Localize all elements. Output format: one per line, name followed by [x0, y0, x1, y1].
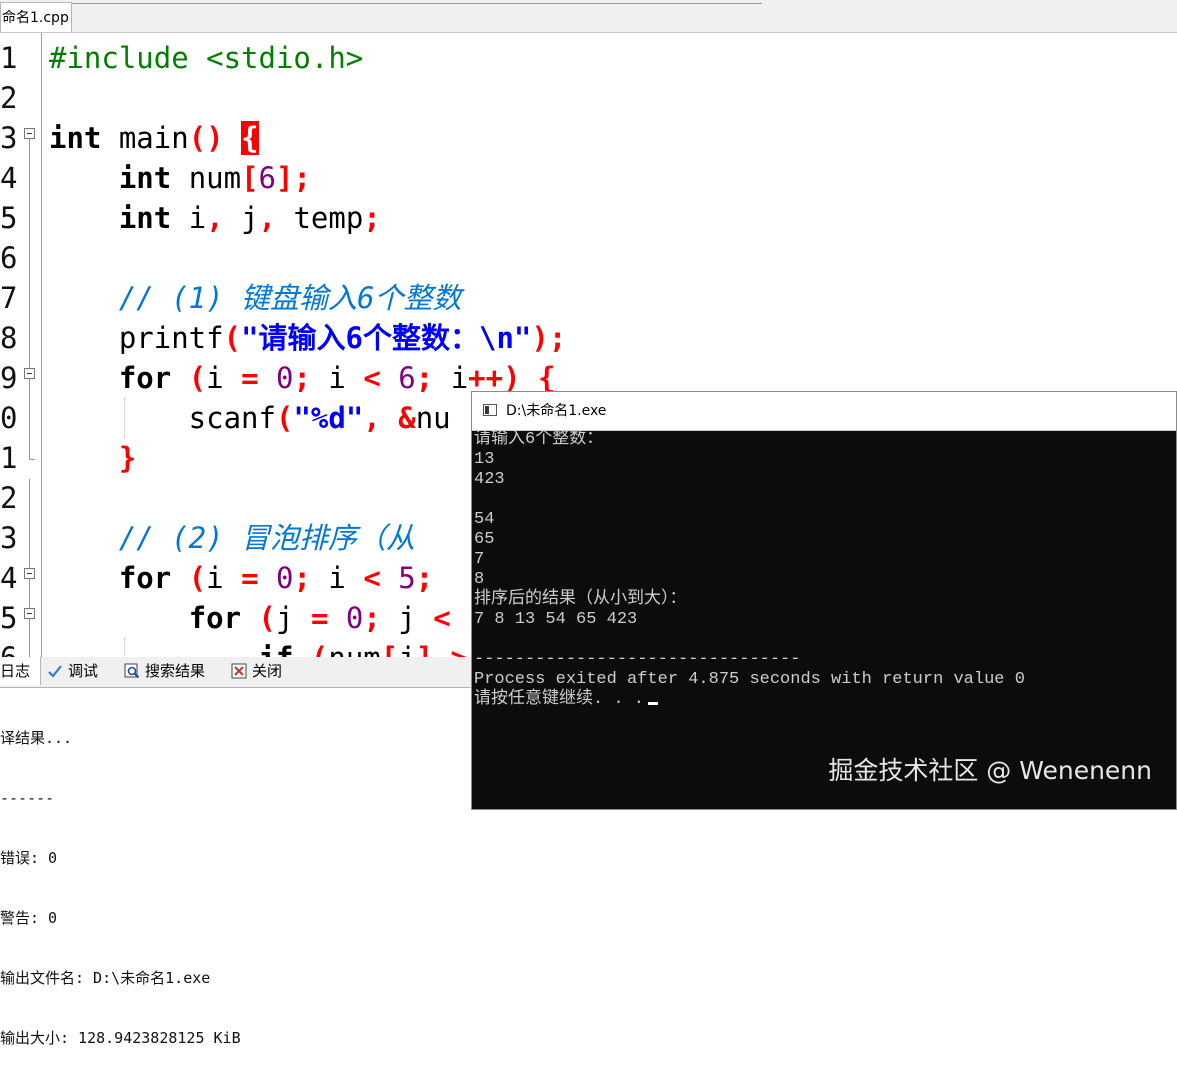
close-icon — [231, 663, 247, 679]
line-number: 6 — [0, 241, 18, 275]
console-line: 423 — [474, 470, 505, 489]
line-number: 4 — [0, 561, 18, 595]
line-number: 4 — [0, 161, 18, 195]
line-number: 3 — [0, 521, 18, 555]
console-line: 请按任意键继续. . . — [474, 690, 659, 710]
console-window[interactable]: D:\未命名1.exe 请输入6个整数： 13 423 54 65 7 8 排序… — [471, 391, 1177, 810]
console-prompt: 请按任意键继续. . . — [474, 690, 645, 709]
console-line: Process exited after 4.875 seconds with … — [474, 670, 1025, 689]
line-number-gutter: 1 2 3 4 5 6 7 8 9 0 1 2 3 4 5 6 — [0, 33, 44, 657]
fold-toggle-icon[interactable] — [24, 568, 35, 579]
console-line: 13 — [474, 450, 495, 469]
fold-toggle-icon[interactable] — [24, 368, 35, 379]
console-line: 排序后的结果（从小到大）： — [474, 590, 687, 609]
console-titlebar[interactable]: D:\未命名1.exe — [472, 392, 1176, 431]
code-line: printf("请输入6个整数：\n"); — [49, 321, 567, 355]
console-line: -------------------------------- — [474, 650, 801, 669]
compile-log: 译结果... ------ 错误: 0 警告: 0 输出文件名: D:\未命名1… — [0, 687, 480, 1047]
tab-log-label: 日志 — [0, 662, 31, 680]
log-line: 错误: 0 — [0, 849, 58, 867]
console-line: 8 — [474, 570, 485, 589]
line-number: 6 — [0, 638, 24, 657]
line-number: 9 — [0, 361, 18, 395]
console-line: 请输入6个整数： — [474, 430, 604, 449]
log-line: 译结果... — [0, 729, 73, 747]
log-line: 输出文件名: D:\未命名1.exe — [0, 969, 211, 987]
console-title: D:\未命名1.exe — [506, 403, 607, 419]
debug-icon — [48, 665, 62, 678]
log-line: 输出大小: 128.9423828125 KiB — [0, 1029, 241, 1047]
console-line: 7 8 13 54 65 423 — [474, 610, 638, 629]
tab-debug[interactable]: 调试 — [47, 657, 98, 685]
code-line: int i, j, temp; — [118, 201, 381, 235]
tab-close-label: 关闭 — [252, 662, 283, 680]
file-tab[interactable]: 命名1.cpp — [0, 2, 72, 32]
line-number: 2 — [0, 81, 18, 115]
tab-debug-label: 调试 — [68, 662, 99, 680]
fold-toggle-icon[interactable] — [24, 608, 35, 619]
console-app-icon — [483, 404, 497, 416]
line-number: 7 — [0, 281, 18, 315]
gutter-divider — [41, 33, 42, 657]
fold-toggle-icon[interactable] — [24, 128, 35, 139]
tab-search-results-label: 搜索结果 — [145, 662, 206, 680]
text-cursor — [648, 702, 659, 705]
file-tab-label: 命名1.cpp — [2, 10, 69, 26]
code-line: #include <stdio.h> — [49, 41, 364, 75]
fold-range-line — [29, 579, 30, 608]
code-line: for (j = 0; j < — [188, 601, 451, 635]
code-line: for (i = 0; i < 5; — [118, 561, 434, 595]
fold-range-line — [29, 479, 30, 568]
watermark: 掘金技术社区 @ Wenenenn — [828, 756, 1152, 785]
code-line: scanf("%d", &nu — [49, 401, 451, 435]
search-icon — [124, 663, 140, 679]
fold-range-line — [29, 619, 30, 657]
code-line: if (num[j] > — [49, 638, 469, 657]
tab-search-results[interactable]: 搜索结果 — [124, 657, 205, 685]
tab-strip-divider — [72, 0, 762, 4]
fold-range-line — [29, 379, 30, 459]
log-line: ------ — [0, 789, 55, 807]
code-line: } — [118, 441, 137, 475]
line-number: 8 — [0, 321, 18, 355]
line-number: 5 — [0, 201, 18, 235]
line-number: 2 — [0, 481, 18, 515]
line-number: 1 — [0, 41, 18, 75]
log-line: 警告: 0 — [0, 909, 58, 927]
code-line: // (2) 冒泡排序（从 — [118, 521, 416, 555]
line-number: 3 — [0, 121, 18, 155]
console-line: 54 — [474, 510, 495, 529]
line-number: 0 — [0, 401, 18, 435]
tab-log[interactable]: 日志 — [0, 657, 41, 685]
tab-close[interactable]: 关闭 — [231, 657, 282, 685]
code-line: int num[6]; — [118, 161, 311, 195]
fold-end-mark — [29, 459, 35, 460]
console-line: 7 — [474, 550, 485, 569]
console-line: 65 — [474, 530, 495, 549]
code-line: // (1) 键盘输入6个整数 — [118, 281, 462, 315]
line-number: 5 — [0, 601, 18, 635]
editor-tab-strip: 命名1.cpp — [0, 0, 1177, 33]
line-number: 1 — [0, 441, 18, 475]
fold-range-line — [29, 139, 30, 368]
code-line: int main() { — [49, 121, 259, 155]
